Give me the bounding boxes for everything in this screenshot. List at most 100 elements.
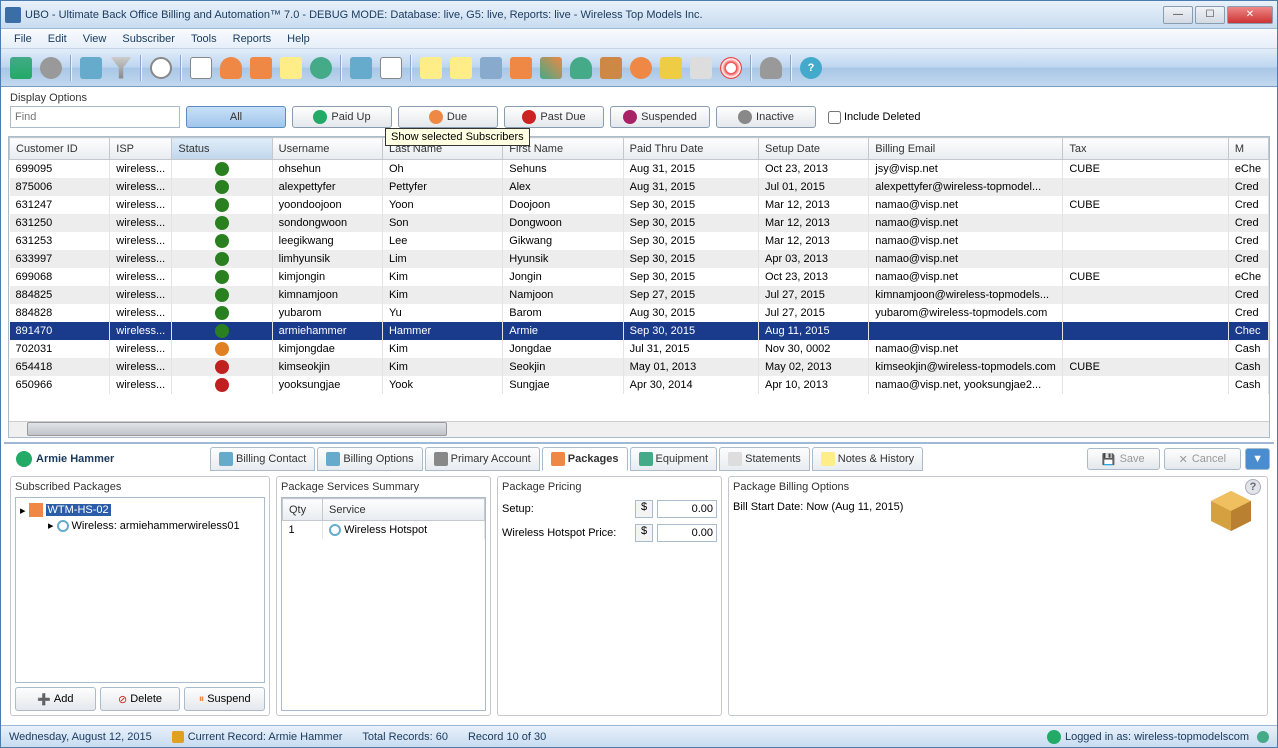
report-icon[interactable] <box>77 54 105 82</box>
status-icon <box>215 252 229 266</box>
sticky-edit-icon[interactable] <box>447 54 475 82</box>
status-icon <box>215 342 229 356</box>
table-row[interactable]: 633997wireless...limhyunsikLimHyunsikSep… <box>10 250 1269 268</box>
column-header[interactable]: Billing Email <box>869 138 1063 160</box>
find-input[interactable] <box>10 106 180 128</box>
filter-due[interactable]: Due <box>398 106 498 128</box>
menu-file[interactable]: File <box>7 31 39 47</box>
menu-help[interactable]: Help <box>280 31 317 47</box>
shield-icon[interactable] <box>657 54 685 82</box>
settings-icon[interactable] <box>37 54 65 82</box>
include-deleted-checkbox[interactable]: Include Deleted <box>828 111 920 124</box>
tab-equipment[interactable]: Equipment <box>630 447 718 471</box>
tab-packages[interactable]: Packages <box>542 447 628 471</box>
user-icon[interactable] <box>217 54 245 82</box>
currency-symbol: $ <box>635 524 653 542</box>
box-icon[interactable] <box>597 54 625 82</box>
filter-all[interactable]: All <box>186 106 286 128</box>
lifebuoy-icon[interactable] <box>717 54 745 82</box>
folder-icon[interactable] <box>507 54 535 82</box>
globe-icon[interactable] <box>307 54 335 82</box>
filter-suspended[interactable]: Suspended <box>610 106 710 128</box>
add-icon: ➕ <box>37 693 51 706</box>
send-icon[interactable] <box>347 54 375 82</box>
delete-package-button[interactable]: ⊘Delete <box>100 687 181 711</box>
menu-edit[interactable]: Edit <box>41 31 74 47</box>
qty-header: Qty <box>283 499 323 521</box>
column-header[interactable]: ISP <box>110 138 172 160</box>
filter-inactive[interactable]: Inactive <box>716 106 816 128</box>
minimize-button[interactable]: — <box>1163 6 1193 24</box>
add-package-button[interactable]: ➕Add <box>15 687 96 711</box>
column-header[interactable]: Paid Thru Date <box>623 138 758 160</box>
menu-tools[interactable]: Tools <box>184 31 224 47</box>
subscriber-grid[interactable]: Customer IDISPStatusUsernameLast NameFir… <box>9 137 1269 421</box>
chart-icon[interactable] <box>537 54 565 82</box>
menubar: File Edit View Subscriber Tools Reports … <box>1 29 1277 49</box>
attach-icon[interactable] <box>477 54 505 82</box>
doc-del-icon[interactable] <box>687 54 715 82</box>
user2-icon[interactable] <box>567 54 595 82</box>
table-row[interactable]: 875006wireless...alexpettyferPettyferAle… <box>10 178 1269 196</box>
hotspot-price-input[interactable] <box>657 524 717 542</box>
menu-view[interactable]: View <box>76 31 114 47</box>
customer-status-icon <box>16 451 32 467</box>
maximize-button[interactable]: ☐ <box>1195 6 1225 24</box>
clock-icon[interactable] <box>147 54 175 82</box>
save-icon: 💾 <box>1102 453 1116 466</box>
save-button[interactable]: 💾Save <box>1087 448 1160 470</box>
column-header[interactable]: M <box>1228 138 1268 160</box>
tab-notes[interactable]: Notes & History <box>812 447 923 471</box>
expand-button[interactable]: ▼ <box>1245 448 1270 470</box>
table-row[interactable]: 631253wireless...leegikwangLeeGikwangSep… <box>10 232 1269 250</box>
filter-icon[interactable] <box>107 54 135 82</box>
column-header[interactable]: Status <box>172 138 272 160</box>
table-row[interactable]: 884825wireless...kimnamjoonKimNamjoonSep… <box>10 286 1269 304</box>
table-row[interactable]: 650966wireless...yooksungjaeYookSungjaeA… <box>10 376 1269 394</box>
table-row[interactable]: 631247wireless...yoondoojoonYoonDoojoonS… <box>10 196 1269 214</box>
sticky-add-icon[interactable] <box>417 54 445 82</box>
currency-symbol: $ <box>635 500 653 518</box>
tree-package-node[interactable]: ▸ WTM-HS-02 <box>20 502 260 518</box>
horizontal-scrollbar[interactable] <box>9 421 1269 437</box>
setup-price-input[interactable] <box>657 500 717 518</box>
table-row[interactable]: 699068wireless...kimjonginKimJonginSep 3… <box>10 268 1269 286</box>
mail-icon[interactable] <box>377 54 405 82</box>
filter-paid-up[interactable]: Paid Up <box>292 106 392 128</box>
add-subscriber-icon[interactable] <box>7 54 35 82</box>
table-row[interactable]: 891470wireless...armiehammerHammerArmieS… <box>10 322 1269 340</box>
app-icon <box>5 7 21 23</box>
cancel-button[interactable]: ✕Cancel <box>1164 448 1241 470</box>
suspend-package-button[interactable]: ⏸Suspend <box>184 687 265 711</box>
status-icon <box>215 306 229 320</box>
column-header[interactable]: Username <box>272 138 382 160</box>
note-icon[interactable] <box>277 54 305 82</box>
status-icon <box>215 378 229 392</box>
menu-subscriber[interactable]: Subscriber <box>115 31 182 47</box>
tab-primary-account[interactable]: Primary Account <box>425 447 540 471</box>
document-icon[interactable] <box>187 54 215 82</box>
user-del-icon[interactable] <box>757 54 785 82</box>
tab-billing-contact[interactable]: Billing Contact <box>210 447 315 471</box>
close-button[interactable]: ✕ <box>1227 6 1273 24</box>
filter-past-due[interactable]: Past Due <box>504 106 604 128</box>
tab-statements[interactable]: Statements <box>719 447 810 471</box>
help-icon[interactable]: ? <box>797 54 825 82</box>
table-row[interactable]: 702031wireless...kimjongdaeKimJongdaeJul… <box>10 340 1269 358</box>
spam-icon[interactable] <box>627 54 655 82</box>
table-row[interactable]: 699095wireless...ohsehunOhSehunsAug 31, … <box>10 160 1269 179</box>
column-header[interactable]: Tax <box>1063 138 1228 160</box>
table-row[interactable]: 654418wireless...kimseokjinKimSeokjinMay… <box>10 358 1269 376</box>
billing-options-label: Package Billing Options <box>733 481 1263 493</box>
menu-reports[interactable]: Reports <box>226 31 279 47</box>
table-row[interactable]: 631250wireless...sondongwoonSonDongwoonS… <box>10 214 1269 232</box>
package-tree[interactable]: ▸ WTM-HS-02 ▸ Wireless: armiehammerwirel… <box>15 497 265 683</box>
column-header[interactable]: Customer ID <box>10 138 110 160</box>
users-icon[interactable] <box>247 54 275 82</box>
table-row[interactable]: 884828wireless...yubaromYuBaromAug 30, 2… <box>10 304 1269 322</box>
tab-billing-options[interactable]: Billing Options <box>317 447 422 471</box>
status-current-record: Current Record: Armie Hammer <box>188 731 343 743</box>
column-header[interactable]: Setup Date <box>758 138 868 160</box>
tree-service-node[interactable]: ▸ Wireless: armiehammerwireless01 <box>48 518 260 533</box>
customer-name: Armie Hammer <box>8 451 208 467</box>
